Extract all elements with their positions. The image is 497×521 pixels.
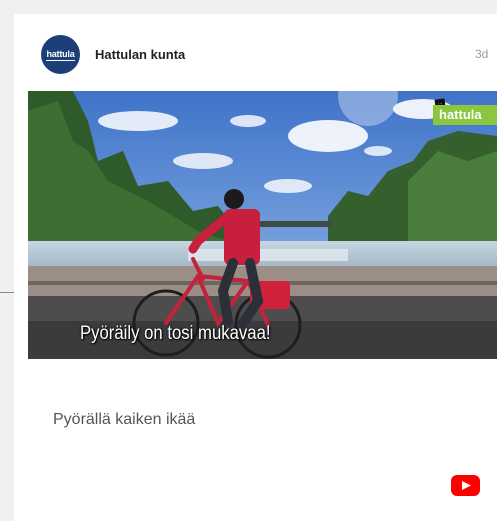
post-timestamp: 3d [475, 47, 489, 61]
hattula-logo: ... hattula [433, 98, 497, 129]
video-thumbnail[interactable]: ... hattula Pyöräily on tosi mukavaa! [28, 91, 497, 359]
youtube-icon[interactable] [451, 475, 480, 496]
avatar-text: hattula [46, 48, 75, 61]
social-post-card: hattula Hattulan kunta 3d ... hattula Py… [14, 14, 497, 521]
page-name[interactable]: Hattulan kunta [95, 47, 185, 62]
avatar[interactable]: hattula [41, 35, 80, 74]
video-caption: Pyöräily on tosi mukavaa! [80, 323, 271, 344]
post-title[interactable]: Pyörällä kaiken ikää [53, 411, 195, 429]
video-scene [28, 91, 497, 359]
post-header: hattula Hattulan kunta 3d [14, 14, 497, 90]
